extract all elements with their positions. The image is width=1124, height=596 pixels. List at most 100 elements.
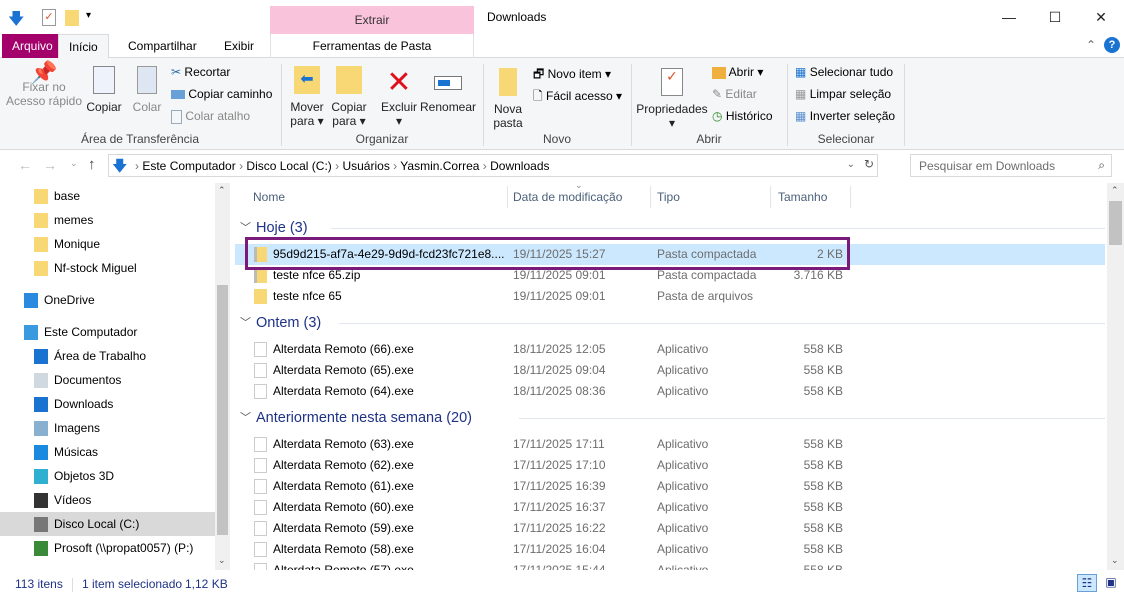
nav-item[interactable]: Este Computador bbox=[0, 320, 215, 344]
file-row[interactable]: Alterdata Remoto (61).exe 17/11/2025 16:3… bbox=[235, 476, 1105, 497]
nav-item[interactable]: memes bbox=[0, 208, 215, 232]
nav-item[interactable]: base bbox=[0, 184, 215, 208]
column-header-size[interactable]: Tamanho bbox=[778, 190, 827, 204]
large-icons-view-button[interactable]: ▣ bbox=[1101, 574, 1121, 592]
tab-ferramentas-pasta-compactada[interactable]: Ferramentas de Pasta Compactada bbox=[270, 34, 474, 77]
tab-extrair[interactable]: Extrair bbox=[270, 6, 474, 34]
column-divider bbox=[850, 186, 851, 208]
nav-item[interactable]: Nf-stock Miguel bbox=[0, 256, 215, 280]
nav-item[interactable]: Área de Trabalho bbox=[0, 344, 215, 368]
search-input[interactable]: Pesquisar em Downloads ⌕ bbox=[910, 154, 1112, 177]
file-row[interactable]: Alterdata Remoto (63).exe 17/11/2025 17:1… bbox=[235, 434, 1105, 455]
nav-item-label: Downloads bbox=[54, 397, 114, 411]
cut-button[interactable]: ✂ Recortar bbox=[171, 65, 230, 79]
downloads-arrow-icon[interactable]: 🡇 bbox=[8, 8, 24, 35]
minimize-button[interactable]: — bbox=[986, 0, 1032, 34]
new-folder-button[interactable]: Nova pasta bbox=[490, 66, 526, 130]
collapse-chevron-icon[interactable]: ﹀ bbox=[240, 402, 251, 434]
column-header-date[interactable]: Data de modificação bbox=[513, 190, 622, 204]
open-button[interactable]: Abrir ▾ bbox=[712, 65, 763, 79]
file-type: Aplicativo bbox=[657, 521, 709, 535]
up-button[interactable]: ↑ bbox=[88, 156, 96, 173]
invert-selection-button[interactable]: ▦ Inverter seleção bbox=[795, 109, 895, 123]
easy-access-button[interactable]: 🗋 Fácil acesso ▾ bbox=[533, 87, 622, 108]
crumb[interactable]: Downloads bbox=[490, 159, 549, 173]
tab-exibir[interactable]: Exibir bbox=[214, 34, 264, 58]
nav-item[interactable]: Prosoft (\\propat0057) (P:) bbox=[0, 536, 215, 560]
group-header[interactable]: ﹀ Anteriormente nesta semana (20) bbox=[235, 402, 1105, 434]
crumb[interactable]: Usuários bbox=[342, 159, 389, 173]
collapse-ribbon-icon[interactable]: ⌃ bbox=[1086, 38, 1096, 52]
maximize-button[interactable]: ☐ bbox=[1032, 0, 1078, 34]
tab-compartilhar[interactable]: Compartilhar bbox=[118, 34, 207, 58]
file-row[interactable]: Alterdata Remoto (64).exe 18/11/2025 08:3… bbox=[235, 381, 1105, 402]
customize-toolbar-icon[interactable]: ▾ bbox=[86, 10, 91, 21]
folder-icon bbox=[34, 237, 48, 253]
address-bar[interactable]: 🡇 › Este Computador › Disco Local (C:) ›… bbox=[108, 154, 878, 177]
scissors-icon: ✂ bbox=[171, 65, 182, 79]
file-row[interactable]: Alterdata Remoto (62).exe 17/11/2025 17:1… bbox=[235, 455, 1105, 476]
refresh-icon[interactable]: ↻ bbox=[864, 157, 874, 171]
nav-item[interactable]: OneDrive bbox=[0, 288, 215, 312]
help-icon[interactable]: ? bbox=[1104, 37, 1120, 53]
collapse-chevron-icon[interactable]: ﹀ bbox=[240, 307, 251, 339]
column-header-type[interactable]: Tipo bbox=[657, 190, 680, 204]
copy-button[interactable]: Copiar bbox=[84, 66, 124, 114]
crumb[interactable]: Yasmin.Correa bbox=[400, 159, 479, 173]
group-label-select: Selecionar bbox=[817, 132, 875, 146]
nav-item[interactable]: Documentos bbox=[0, 368, 215, 392]
exe-file-icon bbox=[254, 437, 267, 452]
properties-button[interactable]: ✓ Propriedades ▾ bbox=[636, 66, 708, 130]
nav-scroll-thumb[interactable] bbox=[217, 285, 228, 535]
group-header[interactable]: ﹀ Ontem (3) bbox=[235, 307, 1105, 339]
file-row[interactable]: Alterdata Remoto (65).exe 18/11/2025 09:0… bbox=[235, 360, 1105, 381]
file-row[interactable]: Alterdata Remoto (59).exe 17/11/2025 16:2… bbox=[235, 518, 1105, 539]
file-row[interactable]: Alterdata Remoto (60).exe 17/11/2025 16:3… bbox=[235, 497, 1105, 518]
copy-to-button[interactable]: Copiar para ▾ bbox=[329, 66, 369, 128]
tab-inicio[interactable]: Início bbox=[58, 34, 109, 59]
rename-button[interactable]: Renomear bbox=[420, 66, 476, 114]
nav-item[interactable]: Vídeos bbox=[0, 488, 215, 512]
new-item-button[interactable]: 🗗 Novo item ▾ bbox=[533, 65, 611, 86]
nav-item-label: Imagens bbox=[54, 421, 101, 435]
crumb[interactable]: Este Computador bbox=[142, 159, 235, 173]
history-button[interactable]: ◷ Histórico bbox=[712, 109, 773, 123]
file-row[interactable]: Alterdata Remoto (57).exe 17/11/2025 15:4… bbox=[235, 560, 1105, 570]
file-row[interactable]: teste nfce 65 19/11/2025 09:01 Pasta de ar… bbox=[235, 286, 1105, 307]
file-list-scrollbar[interactable]: ⌃ ⌄ bbox=[1107, 183, 1124, 570]
file-scroll-thumb[interactable] bbox=[1109, 201, 1122, 245]
column-header-name[interactable]: Nome bbox=[253, 190, 285, 204]
nav-item-label: memes bbox=[54, 213, 94, 227]
close-button[interactable]: ✕ bbox=[1078, 0, 1124, 34]
recent-locations-button[interactable]: ⌄ bbox=[70, 158, 78, 169]
new-folder-quick-icon[interactable] bbox=[65, 10, 79, 26]
file-row[interactable]: Alterdata Remoto (66).exe 18/11/2025 12:0… bbox=[235, 339, 1105, 360]
nav-item[interactable]: Monique bbox=[0, 232, 215, 256]
nav-item[interactable]: Imagens bbox=[0, 416, 215, 440]
delete-button[interactable]: ✕ Excluir ▾ bbox=[379, 66, 419, 128]
nav-item[interactable]: Objetos 3D bbox=[0, 464, 215, 488]
tab-arquivo[interactable]: Arquivo bbox=[2, 34, 63, 58]
properties-quick-icon[interactable]: ✓ bbox=[42, 9, 56, 26]
nav-item[interactable]: Músicas bbox=[0, 440, 215, 464]
move-to-button[interactable]: ⬅ Mover para ▾ bbox=[287, 66, 327, 128]
clear-selection-button[interactable]: ▦ Limpar seleção bbox=[795, 87, 891, 101]
pin-quick-access-button[interactable]: 📌 Fixar no Acesso rápido bbox=[4, 62, 84, 109]
crumb[interactable]: Disco Local (C:) bbox=[246, 159, 331, 173]
edit-button[interactable]: ✎ Editar bbox=[712, 87, 757, 101]
desktop-icon bbox=[34, 349, 48, 365]
back-button[interactable]: ← bbox=[18, 157, 32, 173]
copy-path-button[interactable]: Copiar caminho bbox=[171, 87, 272, 101]
forward-button[interactable]: → bbox=[43, 157, 57, 173]
nav-scrollbar[interactable]: ⌃ ⌄ bbox=[215, 183, 230, 570]
file-row[interactable]: Alterdata Remoto (58).exe 17/11/2025 16:0… bbox=[235, 539, 1105, 560]
downloads-location-icon: 🡇 bbox=[112, 158, 128, 175]
details-view-button[interactable]: ☷ bbox=[1077, 574, 1097, 592]
selection-highlight-frame bbox=[245, 237, 850, 270]
nav-item[interactable]: Disco Local (C:) bbox=[0, 512, 215, 536]
nav-item[interactable]: Downloads bbox=[0, 392, 215, 416]
paste-button[interactable]: Colar bbox=[128, 66, 166, 114]
address-dropdown-icon[interactable]: ⌄ bbox=[847, 159, 855, 170]
select-all-button[interactable]: ▦ Selecionar tudo bbox=[795, 65, 893, 79]
paste-shortcut-button[interactable]: Colar atalho bbox=[171, 109, 250, 124]
